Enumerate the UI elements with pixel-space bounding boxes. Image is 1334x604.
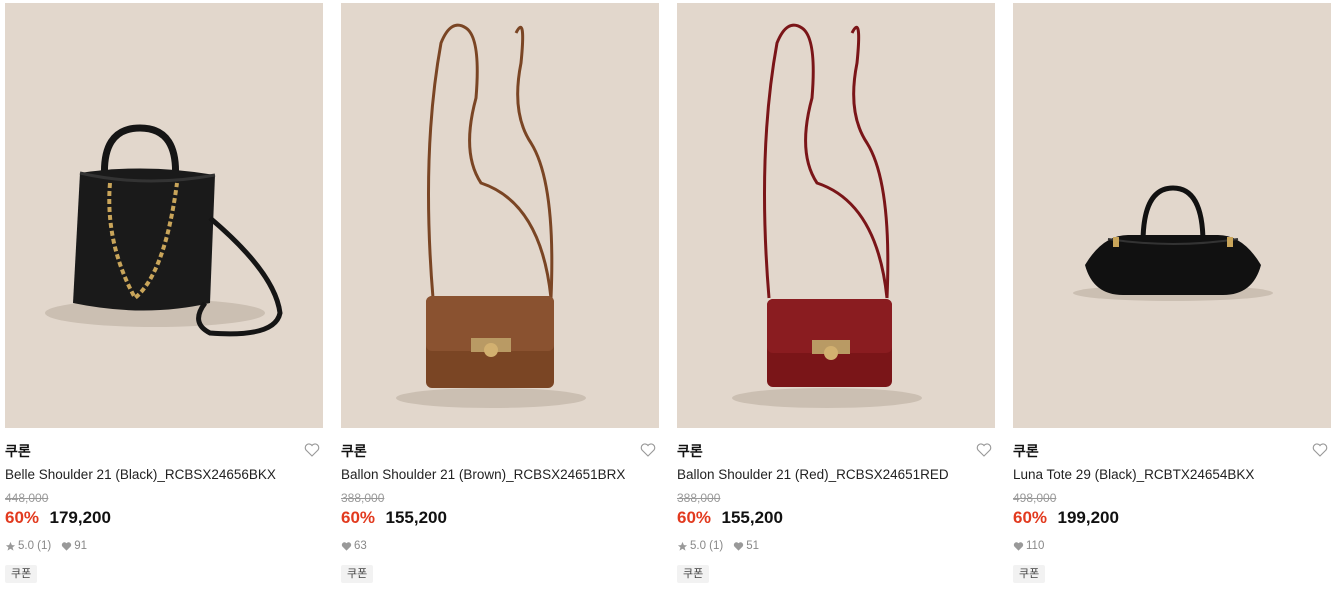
product-brand: 쿠론: [5, 443, 31, 459]
original-price: 388,000: [677, 491, 721, 505]
coupon-badge: 쿠폰: [341, 565, 374, 583]
coupon-badge: 쿠폰: [1013, 565, 1046, 583]
product-card[interactable]: 쿠론 Belle Shoulder 21 (Black)_RCBSX24656B…: [5, 3, 323, 583]
heart-icon[interactable]: [1311, 441, 1329, 459]
product-brand: 쿠론: [341, 443, 367, 459]
product-card[interactable]: 쿠론 Luna Tote 29 (Black)_RCBTX24654BKX 49…: [1013, 3, 1331, 583]
red-crossbody-bag-image: [732, 23, 922, 408]
discount-rate: 60%: [5, 508, 40, 527]
like-count: 110: [1026, 540, 1045, 552]
black-tote-bag-image: [1073, 185, 1273, 301]
product-grid: 쿠론 Belle Shoulder 21 (Black)_RCBSX24656B…: [0, 0, 1334, 604]
heart-filled-icon: [1013, 541, 1024, 551]
like-count: 51: [746, 540, 760, 552]
rating: 5.0 (1): [690, 540, 724, 552]
rating: 5.0 (1): [18, 540, 52, 552]
original-price: 448,000: [5, 491, 49, 505]
original-price: 498,000: [1013, 491, 1057, 505]
heart-filled-icon: [341, 541, 352, 551]
coupon-badge: 쿠폰: [677, 565, 710, 583]
discount-rate: 60%: [677, 508, 712, 527]
heart-filled-icon: [62, 541, 72, 551]
coupon-badge: 쿠폰: [5, 565, 38, 583]
sale-price: 155,200: [721, 508, 783, 527]
heart-icon[interactable]: [975, 441, 993, 459]
sale-price: 199,200: [1057, 508, 1119, 527]
like-count: 91: [74, 540, 88, 552]
product-name[interactable]: Belle Shoulder 21 (Black)_RCBSX24656BKX: [5, 466, 323, 484]
sale-price: 179,200: [49, 508, 111, 527]
product-card[interactable]: 쿠론 Ballon Shoulder 21 (Brown)_RCBSX24651…: [341, 3, 659, 583]
product-image[interactable]: [677, 3, 995, 428]
star-icon: [5, 541, 16, 551]
product-card[interactable]: 쿠론 Ballon Shoulder 21 (Red)_RCBSX24651RE…: [677, 3, 995, 583]
product-image[interactable]: [1013, 3, 1331, 428]
product-image[interactable]: [341, 3, 659, 428]
original-price: 388,000: [341, 491, 385, 505]
like-count: 63: [354, 540, 367, 552]
heart-icon[interactable]: [303, 441, 321, 459]
brown-crossbody-bag-image: [396, 23, 586, 408]
discount-rate: 60%: [341, 508, 376, 527]
black-bucket-bag-image: [45, 124, 283, 337]
product-image[interactable]: [5, 3, 323, 428]
product-name[interactable]: Ballon Shoulder 21 (Brown)_RCBSX24651BRX: [341, 466, 659, 484]
product-name[interactable]: Luna Tote 29 (Black)_RCBTX24654BKX: [1013, 466, 1331, 484]
discount-rate: 60%: [1013, 508, 1048, 527]
star-icon: [677, 541, 688, 551]
product-name[interactable]: Ballon Shoulder 21 (Red)_RCBSX24651RED: [677, 466, 995, 484]
sale-price: 155,200: [385, 508, 447, 527]
heart-icon[interactable]: [639, 441, 657, 459]
heart-filled-icon: [734, 541, 744, 551]
product-brand: 쿠론: [1013, 443, 1039, 459]
product-brand: 쿠론: [677, 443, 703, 459]
